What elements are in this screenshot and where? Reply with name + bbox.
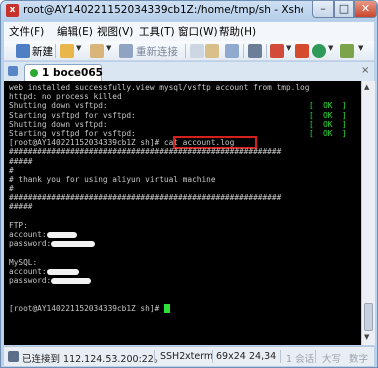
connection-status: 已连接到 112.124.53.200:22。: [22, 354, 164, 365]
scrollbar-thumb[interactable]: [364, 303, 373, 331]
num-lock-indicator: 数字: [349, 354, 369, 365]
cursor-position: 24,34: [249, 351, 277, 362]
status-separator: [154, 350, 155, 363]
terminal-line: account:: [9, 230, 361, 239]
title-bar[interactable]: x root@AY140221152034339cb1Z:/home/tmp/s…: [1, 1, 377, 21]
terminal-line: MySQL:: [9, 257, 38, 267]
terminal-line: #: [9, 184, 14, 194]
status-separator: [315, 350, 316, 363]
tab-strip: 1 boce065 ×: [4, 62, 374, 81]
session-count: 1 会话: [286, 354, 315, 365]
terminal-line: web installed successfully.view mysql/vs…: [9, 83, 310, 92]
new-button-label[interactable]: 新建: [32, 44, 53, 59]
menu-help[interactable]: 帮助(H): [219, 24, 256, 39]
toolbar: 新建 ▼ ▼ 重新连接 ▼ ▼ ▼: [4, 41, 374, 61]
chevron-down-icon[interactable]: ▼: [106, 44, 111, 52]
scroll-down-icon[interactable]: ▼: [364, 333, 369, 341]
connection-icon: [8, 351, 19, 362]
print-icon[interactable]: [248, 44, 262, 58]
menu-edit[interactable]: 编辑(E): [57, 24, 93, 39]
terminal-line: #: [9, 165, 14, 175]
terminal-line: password:: [9, 276, 361, 285]
terminal-line: account:: [9, 267, 361, 276]
toolbar-separator: [185, 44, 186, 58]
terminal-line: ########################################…: [9, 147, 282, 157]
status-separator: [212, 350, 213, 363]
script-icon[interactable]: [295, 44, 309, 58]
terminal-type: xterm: [185, 351, 214, 362]
redacted-value: [51, 241, 96, 248]
caps-lock-indicator: 大写: [322, 354, 342, 365]
toolbar-separator: [55, 44, 56, 58]
terminal-line: httpd: no process killed: [9, 92, 122, 102]
paste-icon[interactable]: [205, 44, 219, 58]
terminal-line: [root@AY140221152034339cb1Z sh]# cat acc…: [9, 136, 361, 150]
menu-view[interactable]: 视图(V): [97, 24, 133, 39]
chevron-down-icon[interactable]: ▼: [286, 44, 291, 52]
terminal-size: 69x24: [216, 351, 246, 362]
menu-tools[interactable]: 工具(T): [139, 24, 175, 39]
ok-status: [ OK ]: [309, 119, 347, 129]
window-title: root@AY140221152034339cb1Z:/home/tmp/sh …: [23, 4, 303, 16]
terminal-line: # thank you for using aliyun virtual mac…: [9, 174, 216, 184]
tab-label: 1 boce065: [42, 67, 103, 79]
close-button[interactable]: ✕: [354, 1, 377, 18]
edit-icon[interactable]: [90, 44, 104, 58]
toolbar-separator: [266, 44, 267, 58]
protocol-label: SSH2: [160, 351, 186, 362]
terminal-cursor: [163, 304, 170, 313]
options-icon[interactable]: [340, 44, 354, 58]
close-icon[interactable]: ×: [361, 65, 369, 76]
chevron-down-icon[interactable]: ▼: [76, 44, 81, 52]
terminal-line: FTP:: [9, 220, 28, 230]
terminal-line: Starting vsftpd for vsftpd:[ OK ]: [9, 110, 347, 120]
toolbar-separator: [243, 44, 244, 58]
connected-status-icon: [30, 69, 38, 77]
open-folder-icon[interactable]: [60, 44, 74, 58]
globe-icon[interactable]: [312, 44, 326, 58]
menu-bar: 文件(F) 编辑(E) 视图(V) 工具(T) 窗口(W) 帮助(H): [4, 22, 374, 41]
status-bar: 已连接到 112.124.53.200:22。 SSH2 xterm 69x24…: [4, 346, 374, 366]
maximize-button[interactable]: □: [334, 1, 354, 18]
menu-file[interactable]: 文件(F): [9, 24, 44, 39]
redacted-value: [51, 277, 92, 284]
reconnect-button-label[interactable]: 重新连接: [136, 44, 178, 59]
pin-icon[interactable]: [8, 66, 18, 76]
terminal-line: Shutting down vsftpd:[ OK ]: [9, 101, 347, 111]
ok-status: [ OK ]: [309, 110, 347, 120]
terminal-line: ########################################…: [9, 193, 282, 203]
terminal-line: Shutting down vsftpd:[ OK ]: [9, 119, 347, 129]
terminal-line: #####: [9, 156, 33, 166]
tab-session[interactable]: 1 boce065: [24, 64, 103, 81]
terminal-line: #####: [9, 202, 33, 212]
terminal-line: password:: [9, 239, 361, 248]
chevron-down-icon[interactable]: ▼: [358, 44, 363, 52]
xshell-window: x root@AY140221152034339cb1Z:/home/tmp/s…: [0, 0, 378, 368]
terminal-line: [root@AY140221152034339cb1Z sh]#: [9, 304, 361, 313]
chevron-down-icon[interactable]: ▼: [328, 44, 333, 52]
xshell-logo-icon: x: [6, 4, 19, 17]
vertical-scrollbar[interactable]: ▲ ▼: [361, 81, 375, 345]
redacted-value: [46, 268, 79, 275]
terminal-output[interactable]: web installed successfully.view mysql/vs…: [4, 81, 361, 345]
minimize-button[interactable]: –: [312, 1, 334, 18]
status-separator: [280, 350, 281, 363]
find-icon[interactable]: [225, 44, 239, 58]
redacted-value: [46, 232, 77, 238]
ok-status: [ OK ]: [309, 101, 347, 111]
copy-icon[interactable]: [190, 44, 204, 58]
menu-window[interactable]: 窗口(W): [178, 24, 218, 39]
transfer-icon[interactable]: [270, 44, 284, 58]
new-session-icon[interactable]: [16, 44, 30, 58]
reconnect-icon[interactable]: [119, 44, 133, 58]
ok-status: [ OK ]: [309, 128, 347, 138]
scroll-up-icon[interactable]: ▲: [364, 83, 369, 91]
